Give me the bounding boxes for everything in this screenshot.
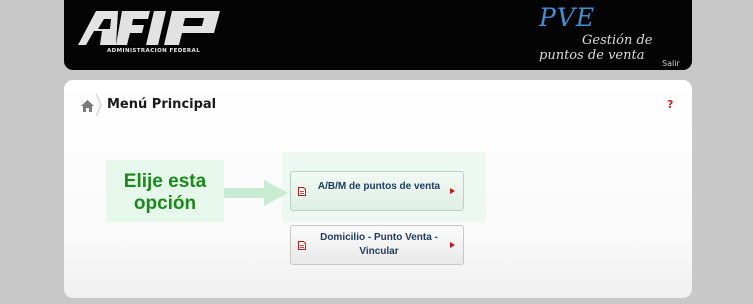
breadcrumb-separator — [96, 94, 102, 116]
app-subtitle-line1: Gestión de — [582, 33, 653, 48]
afip-logo-subtitle: ADMINISTRACION FEDERAL — [107, 48, 201, 54]
document-icon — [298, 187, 306, 196]
callout-line2: opción — [133, 193, 197, 214]
caret-right-icon — [450, 242, 455, 248]
help-icon[interactable]: ? — [667, 98, 673, 111]
arrow-right-icon — [224, 180, 288, 206]
app-header: ADMINISTRACION FEDERAL PVE Gestión de pu… — [64, 0, 692, 70]
main-panel: Menú Principal ? Elije esta opción A/B/M… — [64, 80, 692, 298]
instruction-callout: Elije esta opción — [106, 160, 224, 222]
app-title: PVE — [539, 3, 596, 32]
document-icon — [298, 241, 306, 250]
menu-item-abm-puntos-venta[interactable]: A/B/M de puntos de venta — [290, 171, 464, 211]
app-subtitle-line2: puntos de venta — [539, 48, 645, 63]
menu-item-domicilio-vincular[interactable]: Domicilio - Punto Venta - Vincular — [290, 225, 464, 265]
caret-right-icon — [450, 188, 455, 194]
home-icon[interactable] — [81, 100, 94, 112]
logout-link[interactable]: Salir — [662, 59, 680, 68]
menu-item-label: A/B/M de puntos de venta — [317, 181, 441, 192]
menu-item-label: Domicilio - Punto Venta - Vincular — [320, 232, 438, 257]
page-title: Menú Principal — [107, 97, 217, 112]
callout-line1: Elije esta — [123, 171, 207, 192]
